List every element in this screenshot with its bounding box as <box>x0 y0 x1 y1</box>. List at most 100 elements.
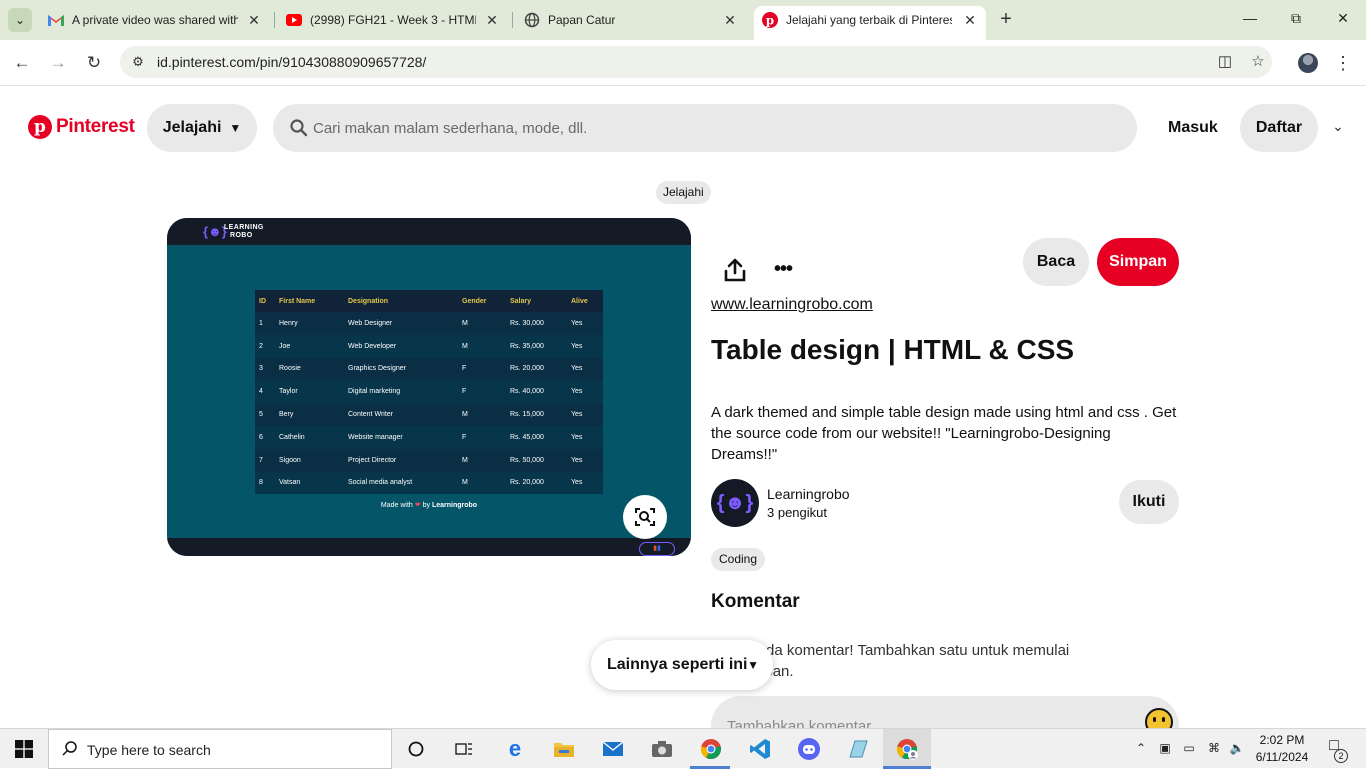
table-cell: Rs. 20,000 <box>506 357 567 381</box>
read-button[interactable]: Baca <box>1023 238 1089 286</box>
table-cell: M <box>458 403 506 426</box>
robot-icon: {☻} <box>203 224 227 239</box>
sample-table: ID First Name Designation Gender Salary Alive… <box>255 290 603 495</box>
clock-time: 2:02 PM <box>1259 733 1305 747</box>
more-like-this-label: Lainnya seperti ini <box>607 656 748 673</box>
table-cell: F <box>458 425 506 449</box>
address-bar[interactable]: ⚙ id.pinterest.com/pin/91043088090965772… <box>120 46 1272 78</box>
table-cell: Rs. 20,000 <box>506 471 567 495</box>
search-input[interactable] <box>313 114 1113 142</box>
pinterest-logo-icon: p <box>28 115 52 139</box>
table-cell: Web Designer <box>344 312 458 335</box>
mail-icon[interactable] <box>601 737 625 761</box>
chevron-up-icon[interactable]: ⌃ <box>1132 741 1150 755</box>
minimize-icon[interactable]: — <box>1240 10 1260 26</box>
pinterest-logo[interactable]: p Pinterest <box>28 115 135 139</box>
creator-avatar[interactable]: {☻} <box>711 479 759 527</box>
pin-title: Table design | HTML & CSS <box>711 334 1075 365</box>
site-info-icon[interactable]: ⚙ <box>128 52 148 72</box>
tab-gmail[interactable]: A private video was shared with ✕ <box>48 6 262 34</box>
creator-name[interactable]: Learningrobo <box>767 486 850 502</box>
table-cell: Henry <box>275 312 344 335</box>
table-cell: Cathelin <box>275 425 344 449</box>
table-cell: Rs. 50,000 <box>506 448 567 472</box>
table-cell: Yes <box>567 471 603 495</box>
restore-icon[interactable]: ⧉ <box>1286 10 1306 27</box>
image-header-bar: {☻} LEARNING ROBO <box>167 218 691 245</box>
tab-pinterest[interactable]: p Jelajahi yang terbaik di Pinteres ✕ <box>754 6 986 40</box>
close-icon[interactable]: ✕ <box>962 12 978 28</box>
browser-menu-icon[interactable]: ⋮ <box>1334 52 1352 74</box>
search-bar[interactable] <box>273 104 1137 152</box>
taskbar-search-input[interactable] <box>87 739 377 761</box>
cortana-icon[interactable] <box>404 737 428 761</box>
install-app-icon[interactable]: ◫ <box>1215 52 1235 72</box>
table-row: 7 Sigoon Project Director M Rs. 50,000 Yes <box>255 448 603 472</box>
source-link[interactable]: www.learningrobo.com <box>711 296 873 314</box>
more-like-this-button[interactable]: Lainnya seperti ini ▼ <box>591 640 773 690</box>
table-cell: Yes <box>567 357 603 381</box>
camera-icon[interactable] <box>650 737 674 761</box>
heart-icon: ❤ <box>414 502 421 509</box>
chrome-icon[interactable] <box>699 737 723 761</box>
table-header-cell: ID <box>255 290 275 312</box>
close-icon[interactable]: ✕ <box>484 12 500 28</box>
task-view-icon[interactable] <box>452 737 476 761</box>
tab-title: (2998) FGH21 - Week 3 - HTML <box>310 13 476 27</box>
wifi-icon[interactable]: ⌘ <box>1205 741 1223 755</box>
notification-count: 2 <box>1334 749 1348 763</box>
notepad-icon[interactable] <box>846 737 870 761</box>
tab-title: Papan Catur <box>548 13 616 27</box>
tag-chip[interactable]: Coding <box>711 548 766 571</box>
brand-line: LEARNING <box>224 224 264 231</box>
made-with-text: Made with ❤ by Learningrobo <box>380 502 478 509</box>
chevron-down-icon[interactable]: ⌄ <box>1328 118 1348 138</box>
vscode-icon[interactable] <box>748 737 772 761</box>
discord-icon[interactable] <box>797 737 821 761</box>
close-window-icon[interactable]: ✕ <box>1333 10 1353 27</box>
pin-image[interactable]: {☻} LEARNING ROBO ID First Name Designatio… <box>167 218 691 556</box>
start-button[interactable] <box>0 729 48 769</box>
new-tab-button[interactable]: + <box>996 9 1016 29</box>
windows-icon <box>15 740 33 758</box>
bookmark-star-icon[interactable]: ☆ <box>1248 52 1268 72</box>
table-cell: Social media analyst <box>344 471 458 495</box>
tab-youtube[interactable]: (2998) FGH21 - Week 3 - HTML ✕ <box>286 6 500 34</box>
battery-icon[interactable]: ▭ <box>1180 741 1198 755</box>
signup-button[interactable]: Daftar <box>1240 104 1318 152</box>
reload-icon[interactable]: ↻ <box>83 52 105 74</box>
back-icon[interactable]: ← <box>11 52 33 74</box>
close-icon[interactable]: ✕ <box>722 12 738 28</box>
browser-toolbar: ← → ↻ ⚙ id.pinterest.com/pin/91043088090… <box>0 40 1366 86</box>
chrome-profile-icon[interactable] <box>895 737 919 761</box>
breadcrumb[interactable]: Jelajahi <box>656 181 711 204</box>
pin-description: A dark themed and simple table design ma… <box>711 404 1177 463</box>
taskbar-search[interactable] <box>48 729 392 769</box>
tab-search-button[interactable]: ⌄ <box>8 8 32 32</box>
more-options-icon[interactable]: ••• <box>772 259 794 280</box>
meet-now-icon[interactable]: ▣ <box>1156 741 1174 755</box>
tab-papan-catur[interactable]: Papan Catur ✕ <box>524 6 738 34</box>
tab-title: Jelajahi yang terbaik di Pinteres <box>786 13 952 27</box>
close-icon[interactable]: ✕ <box>246 12 262 28</box>
save-button[interactable]: Simpan <box>1097 238 1179 286</box>
forward-icon[interactable]: → <box>47 52 69 74</box>
creator-followers: 3 pengikut <box>767 505 827 520</box>
login-button[interactable]: Masuk <box>1160 104 1226 152</box>
lens-icon <box>635 508 655 526</box>
system-clock[interactable]: 2:02 PM 6/11/2024 <box>1248 732 1316 766</box>
visual-search-button[interactable] <box>623 495 667 539</box>
tab-separator <box>512 12 513 28</box>
table-cell: Rs. 30,000 <box>506 312 567 335</box>
edge-icon[interactable]: e <box>503 736 527 761</box>
follow-button[interactable]: Ikuti <box>1119 480 1179 524</box>
share-icon[interactable] <box>724 258 746 282</box>
svg-text:p: p <box>766 14 774 28</box>
table-cell: Bery <box>275 403 344 426</box>
explore-button[interactable]: Jelajahi ▼ <box>147 104 257 152</box>
volume-icon[interactable]: 🔈 <box>1228 741 1246 755</box>
profile-avatar[interactable] <box>1298 53 1318 73</box>
file-explorer-icon[interactable] <box>552 737 576 761</box>
table-cell: Graphics Designer <box>344 357 458 381</box>
table-cell: Content Writer <box>344 403 458 426</box>
